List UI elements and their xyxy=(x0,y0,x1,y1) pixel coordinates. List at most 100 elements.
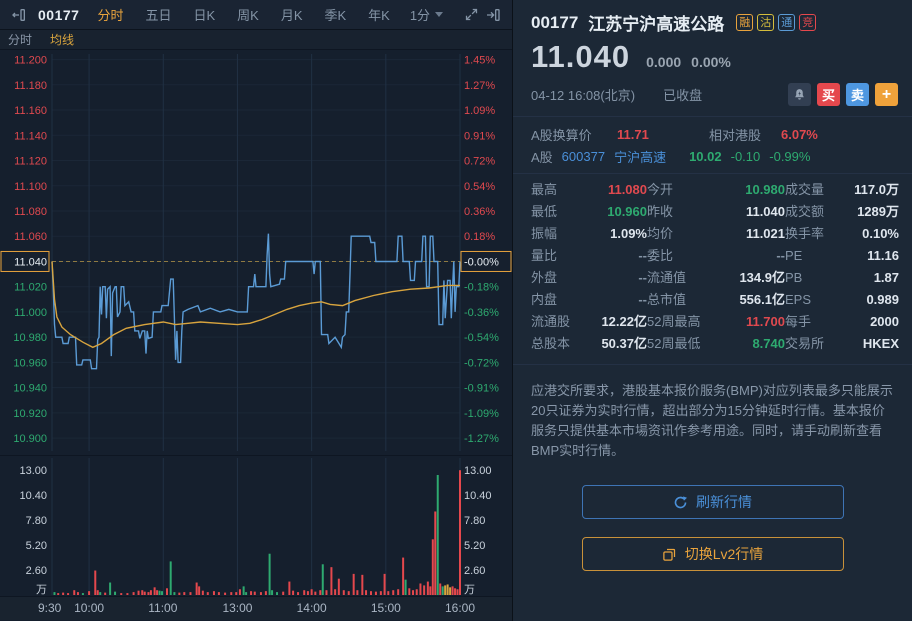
stat-label: 昨收 xyxy=(647,204,674,219)
stat-label: 内盘 xyxy=(531,292,558,307)
svg-text:11.180: 11.180 xyxy=(14,80,47,92)
app-window: 00177 分时 五日 日K 周K 月K 季K 年K 1分 分时 均线 11.200 1.45%… xyxy=(0,0,912,621)
stat-value: 12.22亿 xyxy=(601,314,647,329)
svg-text:2.60: 2.60 xyxy=(464,565,485,577)
price-change: 0.000 xyxy=(646,54,682,70)
svg-text:10.920: 10.920 xyxy=(13,408,47,420)
svg-text:-0.18%: -0.18% xyxy=(464,282,499,294)
stat-label: 量比 xyxy=(531,248,558,263)
svg-text:0.91%: 0.91% xyxy=(464,130,495,142)
badge-竞: 竞 xyxy=(799,14,817,31)
stat-value: -- xyxy=(638,248,647,263)
tab-月K[interactable]: 月K xyxy=(281,5,303,24)
refresh-quotes-button[interactable]: 刷新行情 xyxy=(581,485,844,519)
time-tick-label: 13:00 xyxy=(222,601,253,615)
legend-item[interactable]: 均线 xyxy=(50,31,74,48)
svg-text:0.18%: 0.18% xyxy=(464,231,495,243)
stat-value: 556.1亿 xyxy=(739,292,785,307)
tab-季K[interactable]: 季K xyxy=(324,5,346,24)
svg-text:5.20: 5.20 xyxy=(464,540,485,552)
stat-value: 50.37亿 xyxy=(601,336,647,351)
price-alert-button[interactable] xyxy=(788,83,811,106)
a-share-conv-label: A股换算价 xyxy=(531,127,592,143)
svg-text:-0.72%: -0.72% xyxy=(464,357,499,369)
svg-text:11.000: 11.000 xyxy=(14,307,47,319)
svg-text:11.200: 11.200 xyxy=(14,55,47,67)
legend-item[interactable]: 分时 xyxy=(8,31,32,48)
tab-日K[interactable]: 日K xyxy=(193,5,215,24)
stat-label: 总市值 xyxy=(647,292,687,307)
svg-text:1.27%: 1.27% xyxy=(464,80,495,92)
quote-panel: 00177 江苏宁沪高速公路 融沽通竞 11.040 0.000 0.00% 0… xyxy=(512,0,912,621)
collapse-panel-icon[interactable] xyxy=(8,4,30,26)
stat-label: 流通值 xyxy=(647,270,687,285)
stat-value: -- xyxy=(638,292,647,307)
tab-五日[interactable]: 五日 xyxy=(145,5,171,24)
stat-value: HKEX xyxy=(862,336,899,351)
stat-label: PE xyxy=(785,248,803,263)
stat-label: 总股本 xyxy=(531,336,571,351)
svg-text:-0.54%: -0.54% xyxy=(464,332,499,344)
a-share-section: A股换算价 11.71 相对港股 6.07% A股 600377 宁沪高速 10… xyxy=(513,116,912,173)
fullscreen-icon[interactable] xyxy=(460,4,482,26)
stat-label: 振幅 xyxy=(531,226,558,241)
stat-value: 1289万 xyxy=(857,204,899,219)
minute-period-label: 1分 xyxy=(409,8,431,23)
svg-text:-0.36%: -0.36% xyxy=(464,307,499,319)
buy-button[interactable]: 买 xyxy=(817,83,840,106)
stat-value: -- xyxy=(638,270,647,285)
svg-text:7.80: 7.80 xyxy=(26,515,47,527)
svg-text:2.60: 2.60 xyxy=(26,565,47,577)
stat-label: PB xyxy=(785,270,803,285)
chart-toolbar: 00177 分时 五日 日K 周K 月K 季K 年K 1分 xyxy=(0,0,512,30)
a-share-change-pct: -0.99% xyxy=(769,148,811,164)
tab-周K[interactable]: 周K xyxy=(237,5,259,24)
svg-text:10.40: 10.40 xyxy=(464,490,492,502)
switch-lv2-button[interactable]: 切换Lv2行情 xyxy=(581,537,844,571)
a-share-name-link[interactable]: 宁沪高速 xyxy=(614,147,666,166)
a-share-label: A股 xyxy=(531,149,553,165)
svg-text:0.72%: 0.72% xyxy=(464,156,495,168)
chevron-down-icon xyxy=(435,12,444,17)
rel-hk-value: 6.07% xyxy=(781,126,818,142)
stat-value: 8.740 xyxy=(752,336,785,351)
svg-text:5.20: 5.20 xyxy=(26,540,47,552)
quote-stats-grid: 最高 11.080 今开 10.980 成交量 117.0万 最低 10.960 昨收 11.04… xyxy=(513,173,912,362)
stat-label: 52周最低 xyxy=(647,336,701,351)
intraday-chart[interactable]: 11.200 1.45% 11.180 1.27% 11.160 1.09% 11.140 0… xyxy=(0,50,512,455)
price-change-pct: 0.00% xyxy=(691,54,731,70)
svg-text:-0.00%: -0.00% xyxy=(464,256,499,268)
stat-value: 11.040 xyxy=(745,204,785,219)
svg-text:10.980: 10.980 xyxy=(13,332,47,344)
a-share-change: -0.10 xyxy=(730,148,761,164)
add-watchlist-button[interactable]: + xyxy=(875,83,898,106)
svg-text:11.160: 11.160 xyxy=(14,105,47,117)
sell-button[interactable]: 卖 xyxy=(846,83,869,106)
svg-text:0.36%: 0.36% xyxy=(464,206,495,218)
a-share-price: 10.02 xyxy=(689,148,722,164)
svg-text:7.80: 7.80 xyxy=(464,515,485,527)
a-share-code-link[interactable]: 600377 xyxy=(562,149,605,164)
svg-text:11.060: 11.060 xyxy=(14,231,47,243)
svg-text:-1.09%: -1.09% xyxy=(464,408,499,420)
minute-period-dropdown[interactable]: 1分 xyxy=(409,5,444,24)
svg-text:万: 万 xyxy=(36,584,47,596)
time-tick-label: 14:00 xyxy=(296,601,327,615)
stat-label: 换手率 xyxy=(785,226,825,241)
tab-年K[interactable]: 年K xyxy=(368,5,390,24)
stat-value: 11.700 xyxy=(745,314,785,329)
stat-value: -- xyxy=(776,248,785,263)
dock-right-icon[interactable] xyxy=(482,4,504,26)
svg-text:万: 万 xyxy=(464,584,475,596)
period-tabs: 分时 五日 日K 周K 月K 季K 年K xyxy=(97,5,389,24)
volume-chart[interactable]: 13.00 13.00 10.40 10.40 7.80 7.80 5.20 5.20 2.60… xyxy=(0,455,512,596)
stat-value: 117.0万 xyxy=(854,182,899,197)
svg-text:0.54%: 0.54% xyxy=(464,181,495,193)
stat-value: 0.989 xyxy=(866,292,899,307)
time-tick-label: 16:00 xyxy=(445,601,476,615)
stat-label: 外盘 xyxy=(531,270,558,285)
svg-text:10.960: 10.960 xyxy=(13,357,47,369)
stat-label: 每手 xyxy=(785,314,812,329)
svg-text:-1.27%: -1.27% xyxy=(464,433,499,445)
tab-分时[interactable]: 分时 xyxy=(97,5,123,24)
